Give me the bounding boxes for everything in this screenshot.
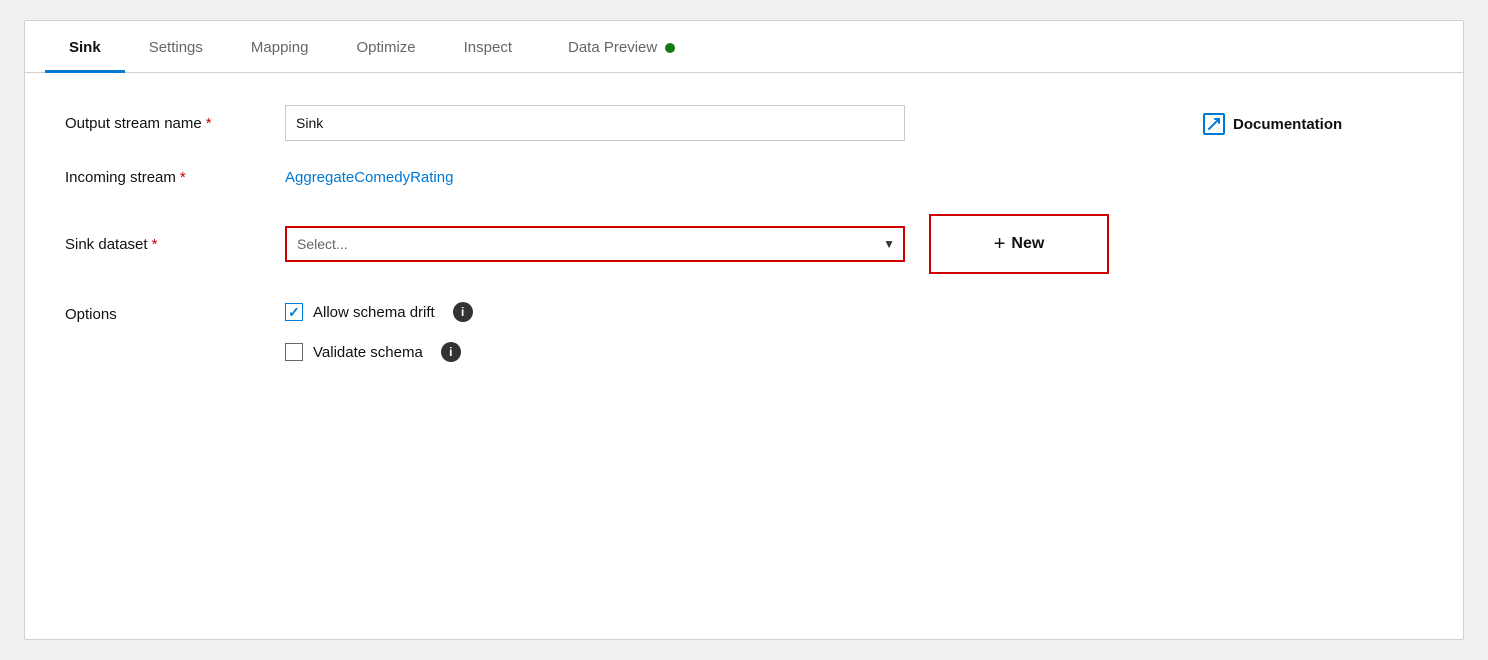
sink-dataset-select-wrapper: Select... ▼	[285, 226, 905, 262]
incoming-stream-link[interactable]: AggregateComedyRating	[285, 169, 453, 186]
allow-schema-drift-row: ✓ Allow schema drift i	[285, 302, 473, 322]
checkmark-icon: ✓	[288, 304, 300, 321]
output-stream-row: Output stream name *	[65, 105, 1143, 141]
tab-settings[interactable]: Settings	[125, 25, 227, 73]
external-link-icon	[1203, 113, 1225, 135]
allow-schema-drift-info-icon[interactable]: i	[453, 302, 473, 322]
tab-inspect[interactable]: Inspect	[440, 25, 536, 73]
output-stream-control	[285, 105, 1143, 141]
sink-dataset-control: Select... ▼ + New	[285, 214, 1143, 274]
content-area: Output stream name * Incoming stream * A…	[25, 73, 1463, 394]
incoming-stream-label: Incoming stream *	[65, 169, 285, 186]
output-stream-input[interactable]	[285, 105, 905, 141]
tab-optimize[interactable]: Optimize	[332, 25, 439, 73]
allow-schema-drift-label: Allow schema drift	[313, 304, 435, 321]
plus-icon: +	[994, 233, 1006, 256]
validate-schema-label: Validate schema	[313, 344, 423, 361]
status-dot	[665, 43, 675, 53]
tab-data-preview[interactable]: Data Preview	[544, 25, 699, 73]
tab-mapping[interactable]: Mapping	[227, 25, 333, 73]
sink-dataset-row: Sink dataset * Select... ▼ + New	[65, 214, 1143, 274]
output-stream-label: Output stream name *	[65, 115, 285, 132]
options-row: Options ✓ Allow schema drift i	[65, 302, 1143, 362]
sink-dataset-label: Sink dataset *	[65, 236, 285, 253]
new-button[interactable]: + New	[929, 214, 1109, 274]
allow-schema-drift-checkbox[interactable]: ✓	[285, 303, 303, 321]
right-section: Documentation	[1143, 105, 1423, 362]
main-panel: Sink Settings Mapping Optimize Inspect D…	[24, 20, 1464, 640]
left-form: Output stream name * Incoming stream * A…	[65, 105, 1143, 362]
sink-dataset-required-star: *	[152, 236, 158, 253]
sink-dataset-select[interactable]: Select...	[285, 226, 905, 262]
new-button-label: New	[1011, 235, 1044, 253]
tab-sink[interactable]: Sink	[45, 25, 125, 73]
incoming-stream-row: Incoming stream * AggregateComedyRating	[65, 169, 1143, 186]
incoming-required-star: *	[180, 169, 186, 186]
options-area: ✓ Allow schema drift i Validate schema i	[285, 302, 473, 362]
documentation-label: Documentation	[1233, 116, 1342, 133]
incoming-stream-control: AggregateComedyRating	[285, 169, 1143, 186]
tab-bar: Sink Settings Mapping Optimize Inspect D…	[25, 21, 1463, 73]
validate-schema-checkbox[interactable]	[285, 343, 303, 361]
main-content: Output stream name * Incoming stream * A…	[65, 105, 1423, 362]
documentation-link[interactable]: Documentation	[1203, 113, 1342, 135]
validate-schema-info-icon[interactable]: i	[441, 342, 461, 362]
validate-schema-row: Validate schema i	[285, 342, 473, 362]
required-star: *	[206, 115, 212, 132]
options-label: Options	[65, 302, 285, 323]
